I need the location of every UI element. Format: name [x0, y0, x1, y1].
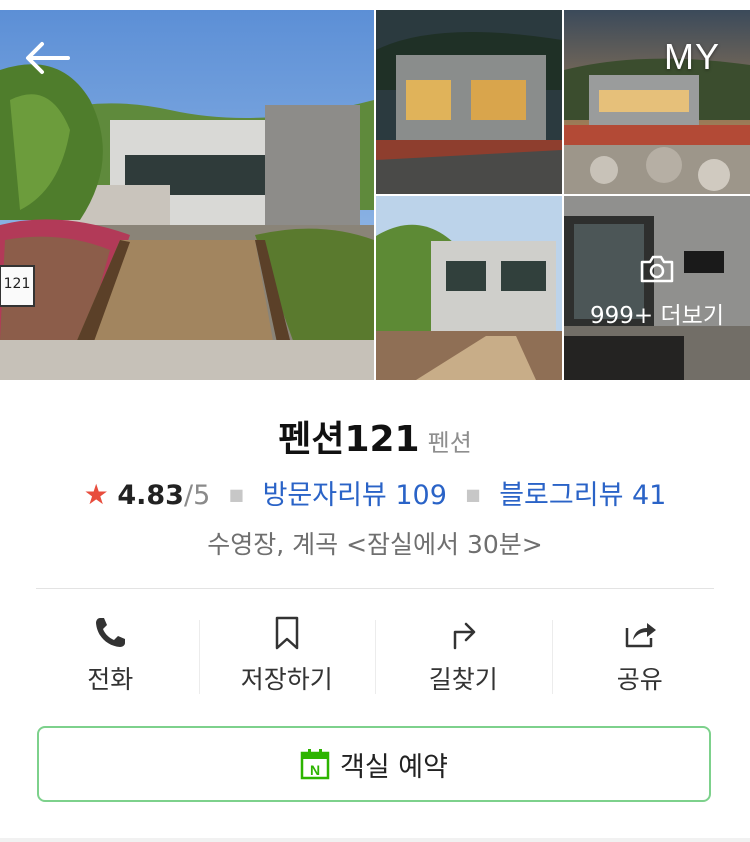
separator-dot: ■ [465, 485, 481, 504]
section-separator [0, 838, 750, 842]
directions-icon [454, 622, 476, 650]
action-bar: 전화 저장하기 길찾기 공유 [22, 602, 728, 700]
call-button[interactable]: 전화 [22, 602, 199, 700]
directions-button[interactable]: 길찾기 [375, 602, 552, 700]
place-name: 펜션121 [278, 419, 420, 460]
my-button[interactable]: MY [664, 36, 720, 78]
place-title-row: 펜션121 펜션 [0, 410, 750, 462]
more-photos-button[interactable]: 999+ 더보기 [564, 196, 750, 380]
rating-row: ★ 4.83/5 ■ 방문자리뷰 109 ■ 블로그리뷰 41 [0, 473, 750, 512]
exterior-bridge-photo[interactable] [376, 196, 562, 380]
save-button[interactable]: 저장하기 [198, 602, 376, 700]
rating-value: 4.83 [117, 480, 184, 511]
naver-calendar-icon: N [300, 749, 330, 780]
camera-icon [640, 255, 674, 283]
share-button[interactable]: 공유 [551, 602, 729, 700]
visitor-reviews-link[interactable]: 방문자리뷰 109 [263, 480, 447, 511]
save-label: 저장하기 [240, 665, 333, 694]
share-icon [625, 623, 656, 648]
back-button[interactable] [22, 38, 74, 78]
svg-text:121: 121 [4, 276, 31, 292]
more-photos-label: 999+ 더보기 [590, 303, 724, 329]
place-category: 펜션 [427, 429, 472, 457]
separator-dot: ■ [228, 485, 244, 504]
room-reservation-label: 객실 예약 [340, 751, 448, 783]
room-reservation-button[interactable]: N 객실 예약 [37, 726, 711, 802]
divider [36, 588, 714, 589]
place-description: 수영장, 계곡 <잠실에서 30분> [207, 530, 543, 559]
dusk-exterior-photo[interactable] [564, 10, 750, 194]
arrow-left-icon [26, 42, 70, 74]
rating-max: /5 [183, 480, 211, 511]
star-icon: ★ [83, 478, 109, 511]
bookmark-icon [275, 616, 298, 650]
phone-icon [96, 618, 126, 647]
night-exterior-photo[interactable] [376, 10, 562, 194]
call-label: 전화 [87, 665, 134, 694]
share-label: 공유 [616, 665, 663, 694]
photo-gallery: 121 MY 999+ 더보기 [0, 0, 750, 382]
blog-reviews-link[interactable]: 블로그리뷰 41 [499, 480, 666, 511]
svg-text:N: N [310, 762, 320, 778]
directions-label: 길찾기 [428, 665, 498, 694]
